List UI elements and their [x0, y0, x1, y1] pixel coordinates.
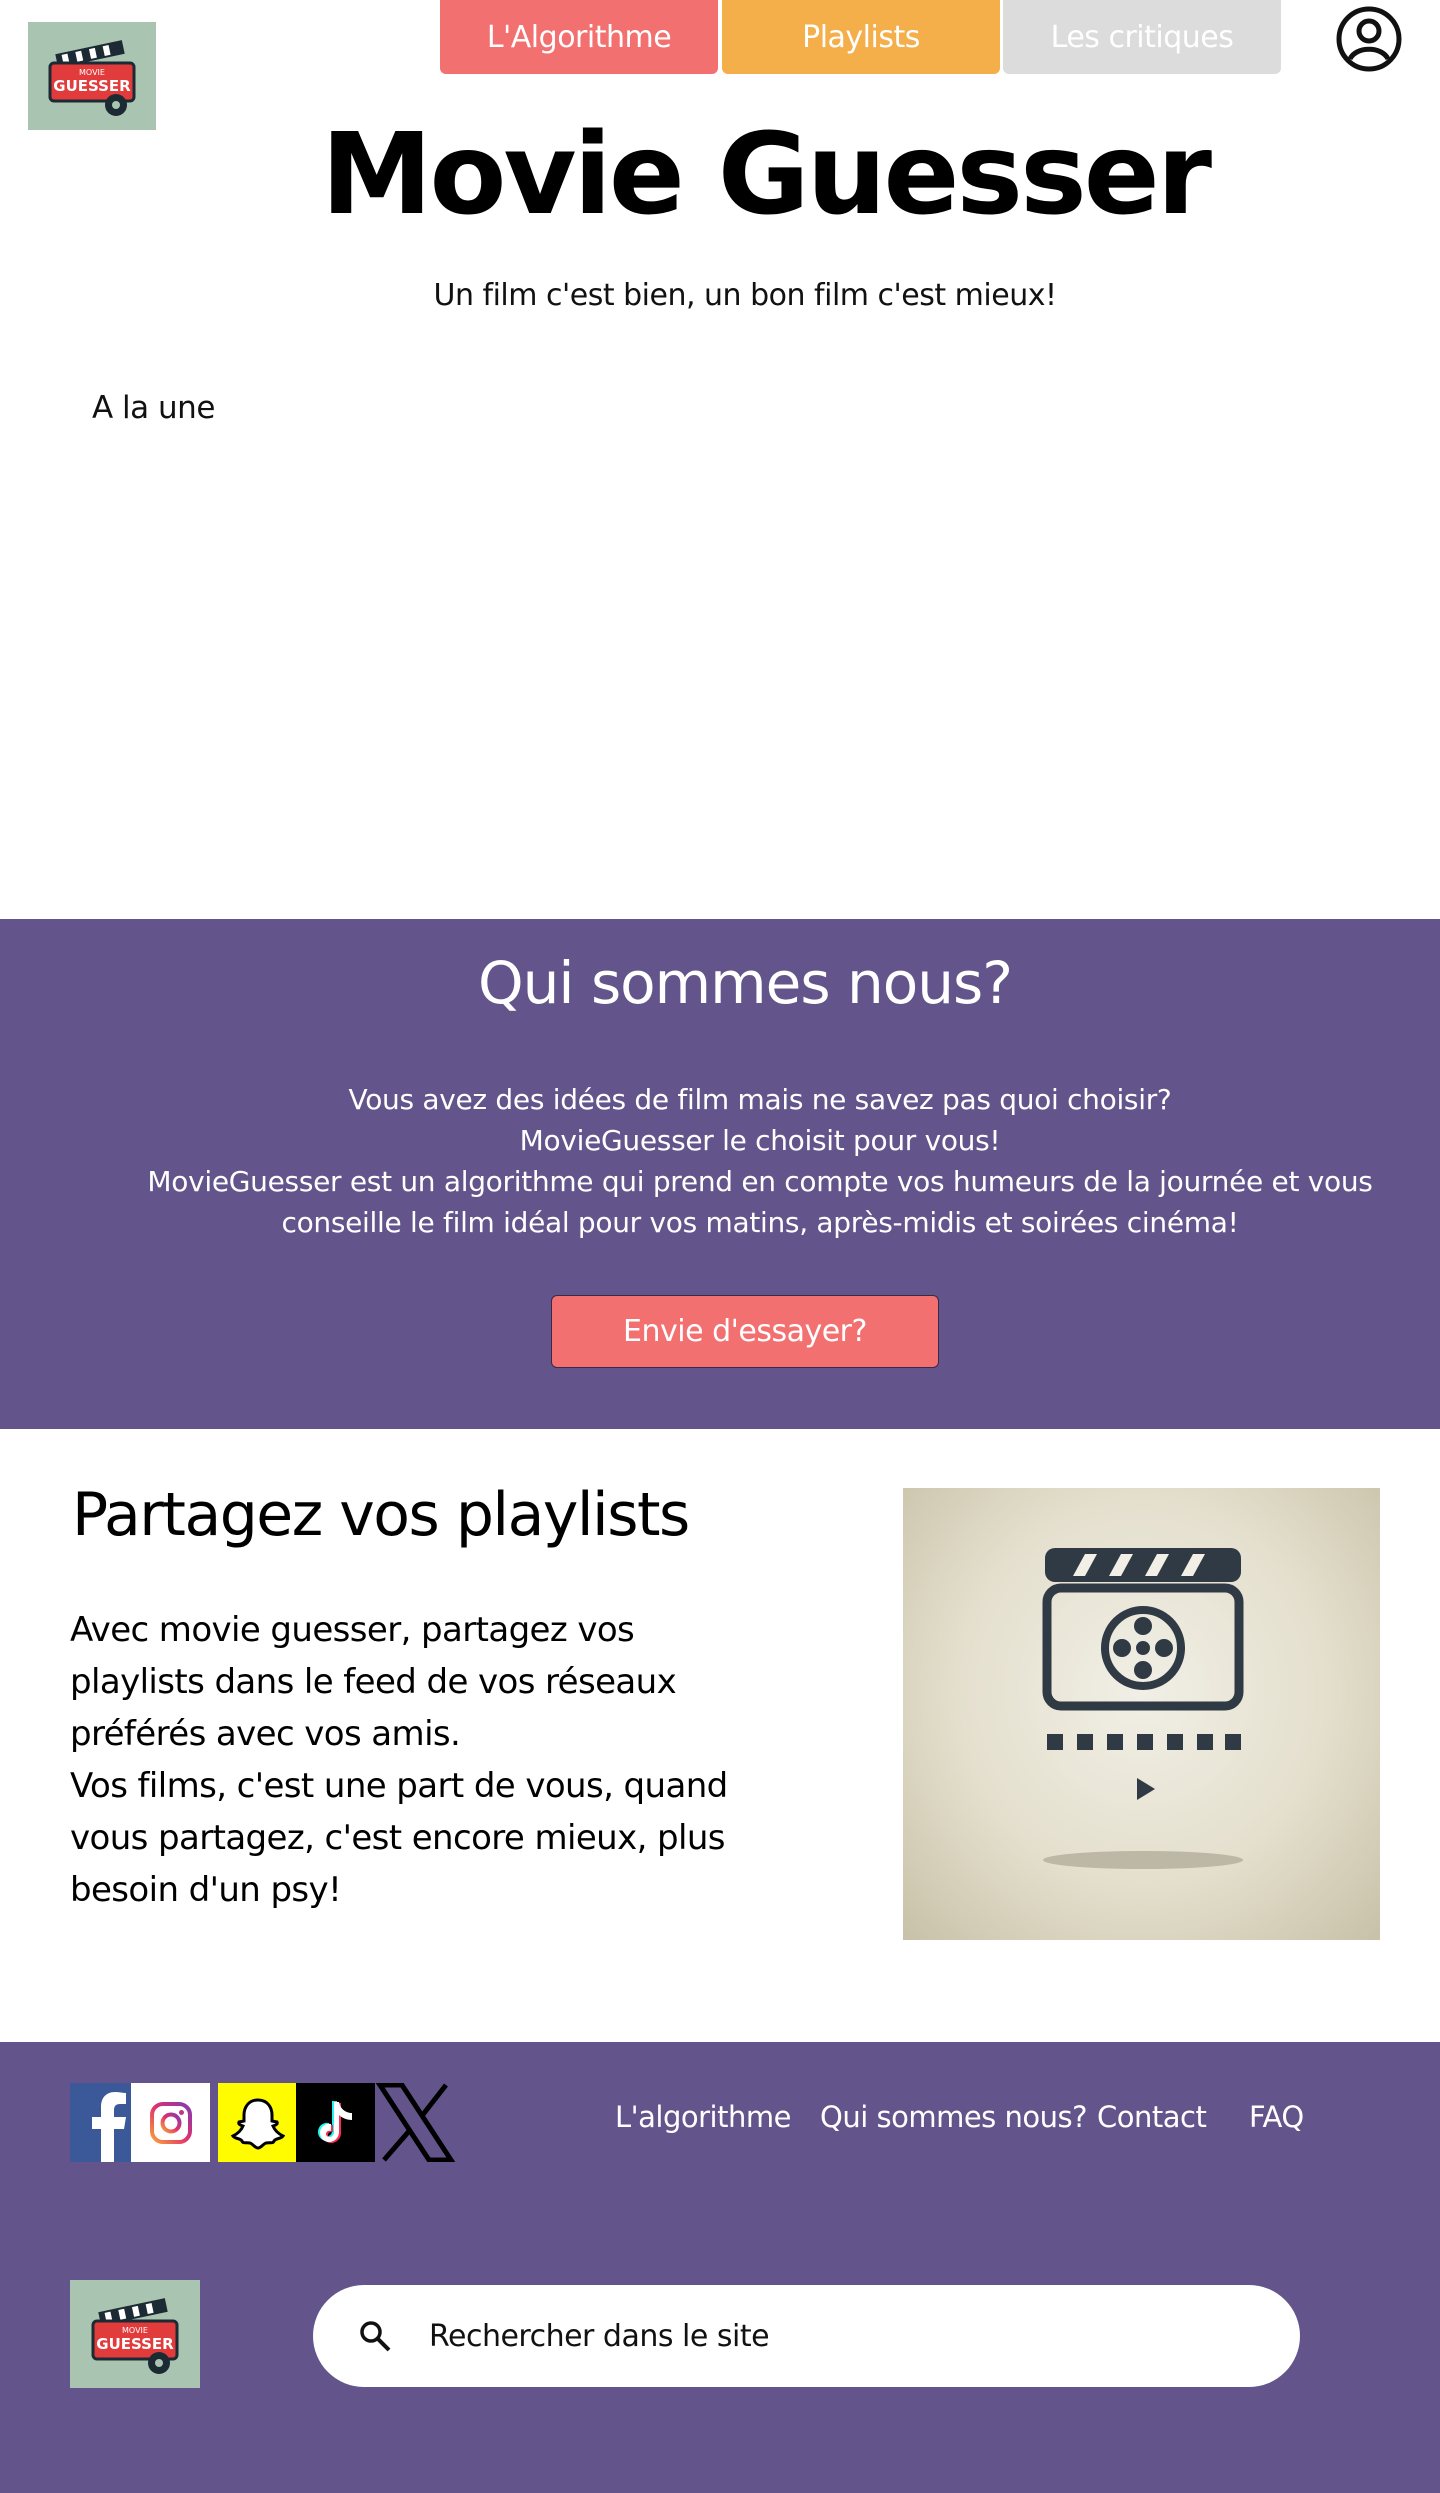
site-search[interactable]: [313, 2285, 1300, 2387]
svg-text:GUESSER: GUESSER: [96, 2335, 174, 2353]
about-text: Vous avez des idées de film mais ne save…: [100, 1079, 1420, 1243]
about-title: Qui sommes nous?: [477, 949, 1013, 1017]
playlists-text: Avec movie guesser, partagez vos playlis…: [70, 1604, 730, 1916]
try-button[interactable]: Envie d'essayer?: [551, 1295, 939, 1368]
clapperboard-logo-icon: MOVIE GUESSER: [91, 2298, 179, 2374]
svg-text:MOVIE: MOVIE: [122, 2326, 148, 2335]
playlists-paragraph: Avec movie guesser, partagez vos playlis…: [70, 1610, 677, 1754]
footer-link-contact[interactable]: Contact: [1097, 2100, 1207, 2134]
nav-tab-algorithme[interactable]: L'Algorithme: [440, 0, 718, 74]
search-icon[interactable]: [358, 2319, 392, 2353]
svg-text:GUESSER: GUESSER: [53, 77, 131, 95]
playlists-paragraph: Vos films, c'est une part de vous, quand…: [70, 1766, 728, 1910]
tiktok-icon[interactable]: [296, 2083, 375, 2162]
about-section: Qui sommes nous? Vous avez des idées de …: [0, 919, 1440, 1429]
search-input[interactable]: [429, 2311, 1249, 2361]
x-icon[interactable]: [376, 2083, 455, 2162]
about-line: MovieGuesser est un algorithme qui prend…: [147, 1165, 1373, 1239]
about-line: Vous avez des idées de film mais ne save…: [348, 1083, 1172, 1116]
tagline: Un film c'est bien, un bon film c'est mi…: [433, 278, 1058, 313]
instagram-icon[interactable]: [131, 2083, 210, 2162]
footer-logo[interactable]: MOVIE GUESSER: [70, 2280, 200, 2388]
svg-text:MOVIE: MOVIE: [79, 68, 105, 77]
page-title: Movie Guesser: [321, 110, 1212, 240]
playlist-illustration: [903, 1488, 1380, 1940]
snapchat-icon[interactable]: [218, 2083, 297, 2162]
playlists-title: Partagez vos playlists: [72, 1480, 690, 1550]
footer-link-about[interactable]: Qui sommes nous?: [820, 2100, 1088, 2134]
about-line: MovieGuesser le choisit pour vous!: [519, 1124, 1001, 1157]
footer-link-algorithme[interactable]: L'algorithme: [615, 2100, 791, 2134]
nav-tab-critiques[interactable]: Les critiques: [1003, 0, 1281, 74]
film-reel-icon: [1042, 1548, 1244, 1869]
clapperboard-logo-icon: MOVIE GUESSER: [48, 40, 136, 116]
user-account-icon[interactable]: [1336, 6, 1402, 72]
featured-heading: A la une: [92, 390, 215, 426]
footer-link-faq[interactable]: FAQ: [1249, 2100, 1304, 2134]
nav-tab-playlists[interactable]: Playlists: [722, 0, 1000, 74]
